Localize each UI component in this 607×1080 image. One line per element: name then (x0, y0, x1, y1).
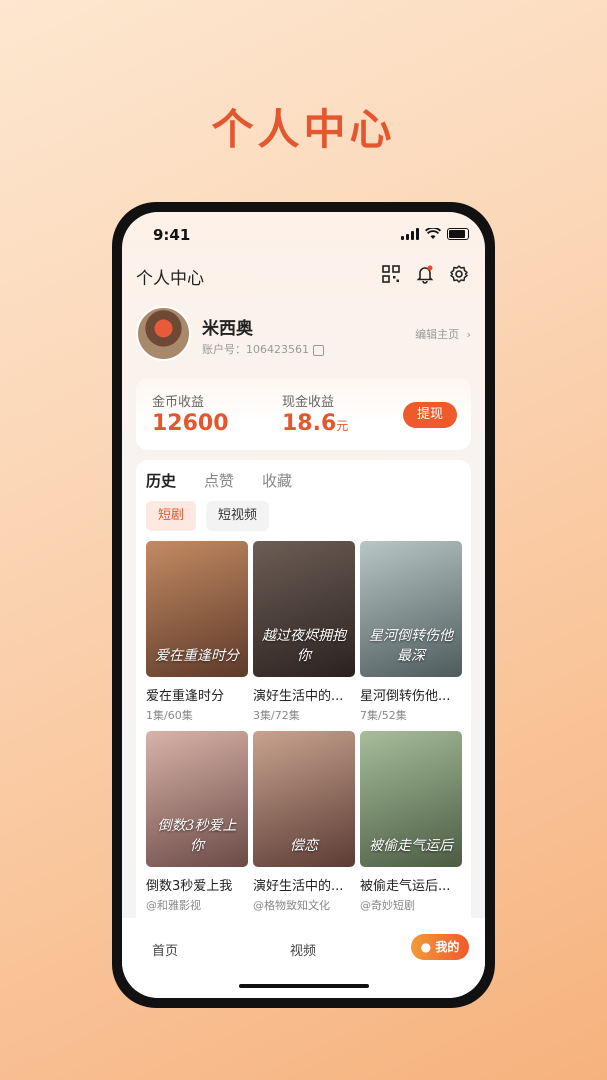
drama-title: 演好生活中的... (253, 689, 344, 704)
tab-favorites[interactable]: 收藏 (262, 470, 292, 491)
drama-subtitle: @和雅影视 (146, 899, 201, 912)
filter-chips: 短剧 短视频 (146, 501, 270, 531)
poster-image: 倒数3秒爱上你 (146, 731, 248, 867)
coin-earnings-value: 12600 (152, 411, 229, 436)
drama-subtitle: 7集/52集 (360, 709, 407, 722)
topbar-title: 个人中心 (136, 269, 204, 289)
edit-profile-link[interactable]: 编辑主页 › (415, 326, 471, 342)
chevron-right-icon: › (466, 328, 471, 341)
content-tabs: 历史 点赞 收藏 (146, 470, 292, 491)
account-id-row: 账户号：106423561 (202, 341, 324, 357)
history-panel: 历史 点赞 收藏 短剧 短视频 爱在重逢时分 爱在重逢时分 1集/60集 越过夜… (136, 460, 471, 930)
qr-code-icon[interactable] (381, 264, 401, 284)
drama-card[interactable]: 倒数3秒爱上你 倒数3秒爱上我 @和雅影视 (146, 731, 248, 913)
poster-title: 倒数3秒爱上你 (157, 818, 237, 854)
status-icons (401, 228, 469, 240)
copy-icon[interactable] (313, 344, 324, 356)
drama-subtitle: @奇妙短剧 (360, 899, 415, 912)
user-icon: ● (420, 940, 432, 954)
drama-card[interactable]: 星河倒转伤他最深 星河倒转伤他... 7集/52集 (360, 541, 462, 723)
chip-short-video[interactable]: 短视频 (206, 501, 270, 531)
drama-card[interactable]: 越过夜烬拥抱你 演好生活中的... 3集/72集 (253, 541, 355, 723)
tab-likes[interactable]: 点赞 (204, 470, 234, 491)
nav-me[interactable]: ● 我的 (411, 934, 469, 960)
status-bar: 9:41 (122, 226, 485, 248)
chip-short-drama[interactable]: 短剧 (146, 501, 197, 531)
drama-card[interactable]: 偿恋 演好生活中的... @格物致知文化 (253, 731, 355, 913)
poster-title: 星河倒转伤他最深 (369, 628, 453, 664)
edit-profile-label: 编辑主页 (415, 328, 460, 341)
drama-card[interactable]: 爱在重逢时分 爱在重逢时分 1集/60集 (146, 541, 248, 723)
poster-image: 爱在重逢时分 (146, 541, 248, 677)
signal-icon (401, 228, 419, 240)
poster-title: 被偷走气运后 (369, 838, 453, 854)
coin-earnings-label: 金币收益 (152, 395, 205, 410)
home-indicator (239, 984, 369, 988)
drama-subtitle: 1集/60集 (146, 709, 193, 722)
drama-title: 演好生活中的... (253, 879, 344, 894)
nav-home[interactable]: 首页 (152, 940, 178, 959)
drama-card[interactable]: 被偷走气运后 被偷走气运后... @奇妙短剧 (360, 731, 462, 913)
battery-icon (447, 228, 469, 240)
account-id: 106423561 (246, 343, 309, 356)
tab-history[interactable]: 历史 (146, 470, 176, 491)
user-name: 米西奥 (202, 319, 253, 339)
drama-subtitle: 3集/72集 (253, 709, 300, 722)
status-time: 9:41 (153, 226, 191, 244)
bottom-nav: 首页 视频 ● 我的 (122, 918, 485, 998)
page-title: 个人中心 (211, 105, 396, 154)
cash-earnings-value-row: 18.6元 (282, 411, 348, 436)
drama-title: 倒数3秒爱上我 (146, 879, 233, 894)
earnings-card: 金币收益 12600 现金收益 18.6元 提现 (136, 378, 471, 450)
drama-title: 星河倒转伤他... (360, 689, 451, 704)
poster-title: 爱在重逢时分 (155, 648, 239, 664)
wifi-icon (425, 228, 441, 239)
nav-video[interactable]: 视频 (290, 940, 316, 959)
cash-earnings-value: 18.6 (282, 411, 337, 436)
cash-earnings-label: 现金收益 (282, 395, 335, 410)
poster-image: 被偷走气运后 (360, 731, 462, 867)
poster-image: 越过夜烬拥抱你 (253, 541, 355, 677)
cash-unit: 元 (336, 419, 349, 433)
poster-image: 偿恋 (253, 731, 355, 867)
bell-icon[interactable] (415, 264, 435, 284)
gear-icon[interactable] (449, 264, 469, 284)
avatar[interactable] (136, 306, 191, 361)
top-bar: 个人中心 (122, 264, 485, 289)
poster-title: 越过夜烬拥抱你 (262, 628, 346, 664)
withdraw-button[interactable]: 提现 (403, 402, 457, 428)
profile-header: 米西奥 账户号：106423561 编辑主页 › (136, 306, 471, 364)
drama-subtitle: @格物致知文化 (253, 899, 330, 912)
drama-title: 爱在重逢时分 (146, 689, 225, 704)
poster-title: 偿恋 (290, 838, 318, 854)
drama-title: 被偷走气运后... (360, 879, 451, 894)
phone-screen: 9:41 个人中心 米西奥 账户号：106423561 编辑主页 › 金币收益 … (122, 212, 485, 998)
poster-image: 星河倒转伤他最深 (360, 541, 462, 677)
nav-me-label: 我的 (435, 940, 460, 954)
account-label: 账户号： (202, 343, 246, 356)
